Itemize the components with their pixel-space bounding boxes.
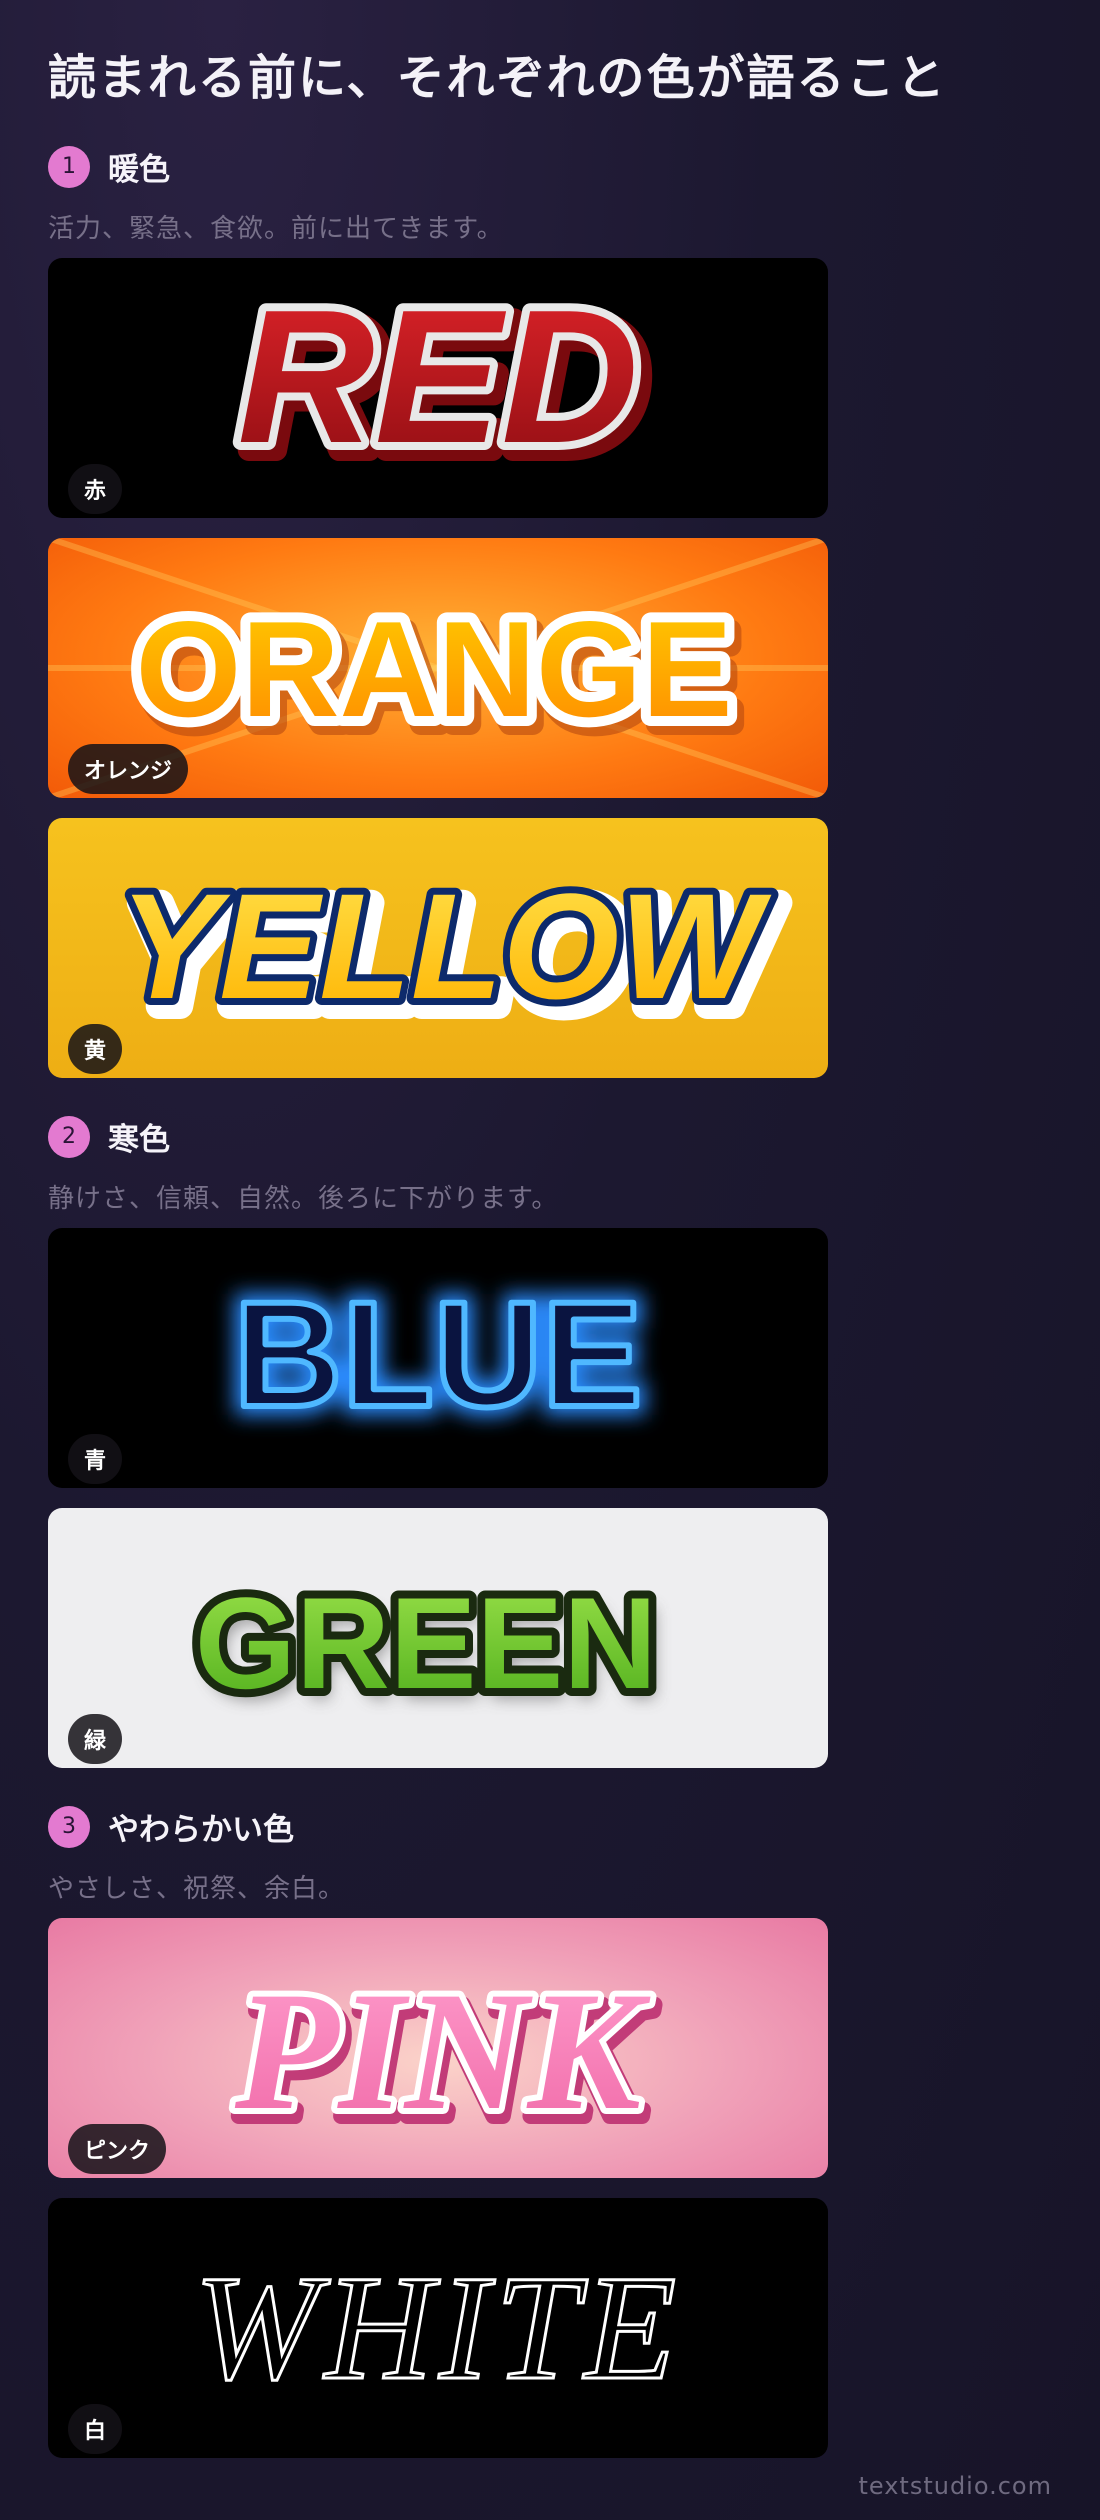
page-title: 読まれる前に、それぞれの色が語ること bbox=[48, 50, 947, 106]
yellow-text-effect: YELLOW YELLOW YELLOW bbox=[112, 855, 793, 1051]
section-number-badge: 3 bbox=[48, 1805, 90, 1848]
color-card-yellow[interactable]: YELLOW YELLOW YELLOW 黄 bbox=[48, 818, 828, 1078]
green-word: GREEN bbox=[195, 1570, 657, 1716]
red-word: RED bbox=[237, 271, 638, 483]
section-description: 静けさ、信頼、自然。後ろに下がります。 bbox=[48, 1184, 559, 1214]
section-description: 活力、緊急、食欲。前に出てきます。 bbox=[48, 214, 504, 244]
color-label-tag: オレンジ bbox=[68, 744, 189, 794]
section-header-warm: 1 暖色 bbox=[48, 144, 170, 189]
section-number-badge: 2 bbox=[48, 1115, 90, 1158]
white-word: WHITE bbox=[194, 2245, 682, 2411]
color-card-green[interactable]: GREEN GREEN GREEN 緑 bbox=[48, 1508, 828, 1768]
color-card-blue[interactable]: BLUE BLUE 青 bbox=[48, 1228, 828, 1488]
color-label-tag: 青 bbox=[68, 1434, 123, 1484]
yellow-word: YELLOW bbox=[119, 862, 772, 1030]
color-card-pink[interactable]: PINK PINK PINK ピンク bbox=[48, 1918, 828, 2178]
color-card-white[interactable]: WHITE 白 bbox=[48, 2198, 828, 2458]
color-label-tag: ピンク bbox=[68, 2124, 167, 2174]
color-label-tag: 緑 bbox=[68, 1714, 123, 1764]
pink-text-effect: PINK PINK PINK bbox=[228, 1951, 663, 2161]
color-card-orange[interactable]: ORANGE ORANGE ORANGE オレンジ bbox=[48, 538, 828, 798]
green-text-effect: GREEN GREEN GREEN bbox=[187, 1562, 665, 1726]
white-text-effect: WHITE bbox=[192, 2244, 682, 2413]
section-header-soft: 3 やわらかい色 bbox=[48, 1804, 294, 1849]
color-label-tag: 白 bbox=[68, 2404, 123, 2454]
section-title: やわらかい色 bbox=[108, 1812, 294, 1848]
color-label-tag: 赤 bbox=[68, 464, 123, 514]
red-text-effect: RED RED RED bbox=[229, 263, 657, 502]
section-title: 寒色 bbox=[108, 1122, 170, 1158]
color-label-tag: 黄 bbox=[68, 1024, 123, 1074]
orange-word: ORANGE bbox=[136, 593, 733, 745]
blue-word: BLUE bbox=[234, 1270, 642, 1438]
color-card-red[interactable]: RED RED RED 赤 bbox=[48, 258, 828, 518]
watermark: textstudio.com bbox=[858, 2472, 1052, 2500]
section-title: 暖色 bbox=[108, 152, 170, 188]
section-header-cool: 2 寒色 bbox=[48, 1114, 170, 1159]
section-description: やさしさ、祝祭、余白。 bbox=[48, 1874, 346, 1904]
pink-word: PINK bbox=[234, 1957, 651, 2145]
section-number-badge: 1 bbox=[48, 145, 90, 188]
blue-text-effect: BLUE BLUE bbox=[225, 1261, 651, 1447]
